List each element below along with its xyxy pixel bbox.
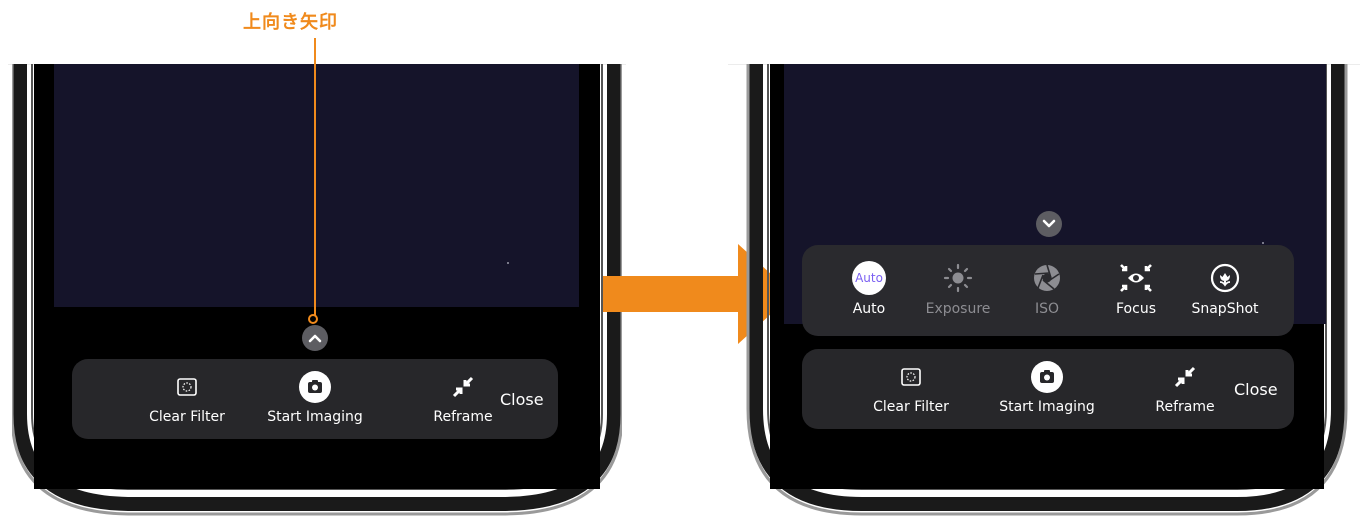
focus-icon xyxy=(1119,261,1153,295)
mode-auto[interactable]: Auto Auto xyxy=(824,261,914,317)
flower-icon xyxy=(1210,261,1240,295)
bottom-toolbar: Clear Filter Start Imaging Reframe Close xyxy=(72,359,558,439)
start-imaging-button[interactable]: Start Imaging xyxy=(992,361,1102,415)
close-button[interactable]: Close xyxy=(500,390,544,409)
mode-exposure-label: Exposure xyxy=(925,301,991,317)
mode-snapshot-label: SnapShot xyxy=(1191,301,1259,317)
chevron-down-icon xyxy=(1042,219,1056,228)
expand-modes-button[interactable] xyxy=(302,325,328,351)
camera-icon xyxy=(299,371,331,403)
reframe-button[interactable]: Reframe xyxy=(1130,361,1240,415)
annotation-label: 上向き矢印 xyxy=(243,12,338,33)
start-imaging-label: Start Imaging xyxy=(999,399,1095,415)
star xyxy=(1262,242,1264,244)
reframe-label: Reframe xyxy=(1155,399,1215,415)
mode-auto-label: Auto xyxy=(852,301,886,317)
mode-focus[interactable]: Focus xyxy=(1091,261,1181,317)
start-imaging-label: Start Imaging xyxy=(267,409,363,425)
camera-icon xyxy=(1031,361,1063,393)
star xyxy=(507,262,509,264)
collapse-modes-button[interactable] xyxy=(1036,211,1062,237)
mode-iso[interactable]: ISO xyxy=(1002,261,1092,317)
close-button[interactable]: Close xyxy=(1234,380,1278,399)
chevron-up-icon xyxy=(308,334,322,343)
annotation-target-dot xyxy=(308,314,318,324)
reframe-label: Reframe xyxy=(433,409,493,425)
annotation-leader-line xyxy=(314,38,316,316)
mode-selector-panel: Auto Auto Exposure ISO Focus SnapShot xyxy=(802,245,1294,336)
mode-focus-label: Focus xyxy=(1116,301,1156,317)
reframe-arrows-icon xyxy=(1172,361,1198,393)
camera-preview xyxy=(54,64,579,307)
filter-frame-icon xyxy=(177,371,197,403)
clear-filter-button[interactable]: Clear Filter xyxy=(856,361,966,415)
phone-right: Auto Auto Exposure ISO Focus SnapShot Cl… xyxy=(742,64,1352,519)
start-imaging-button[interactable]: Start Imaging xyxy=(260,371,370,425)
clear-filter-label: Clear Filter xyxy=(873,399,949,415)
clear-filter-label: Clear Filter xyxy=(149,409,225,425)
aperture-icon xyxy=(1032,261,1062,295)
sun-icon xyxy=(943,261,973,295)
reframe-arrows-icon xyxy=(450,371,476,403)
mode-exposure[interactable]: Exposure xyxy=(913,261,1003,317)
clear-filter-button[interactable]: Clear Filter xyxy=(132,371,242,425)
auto-mode-icon: Auto xyxy=(852,261,886,295)
mode-snapshot[interactable]: SnapShot xyxy=(1180,261,1270,317)
filter-frame-icon xyxy=(901,361,921,393)
mode-iso-label: ISO xyxy=(1034,301,1060,317)
phone-left: Clear Filter Start Imaging Reframe Close xyxy=(12,64,622,519)
bottom-toolbar: Clear Filter Start Imaging Reframe Close xyxy=(802,349,1294,429)
